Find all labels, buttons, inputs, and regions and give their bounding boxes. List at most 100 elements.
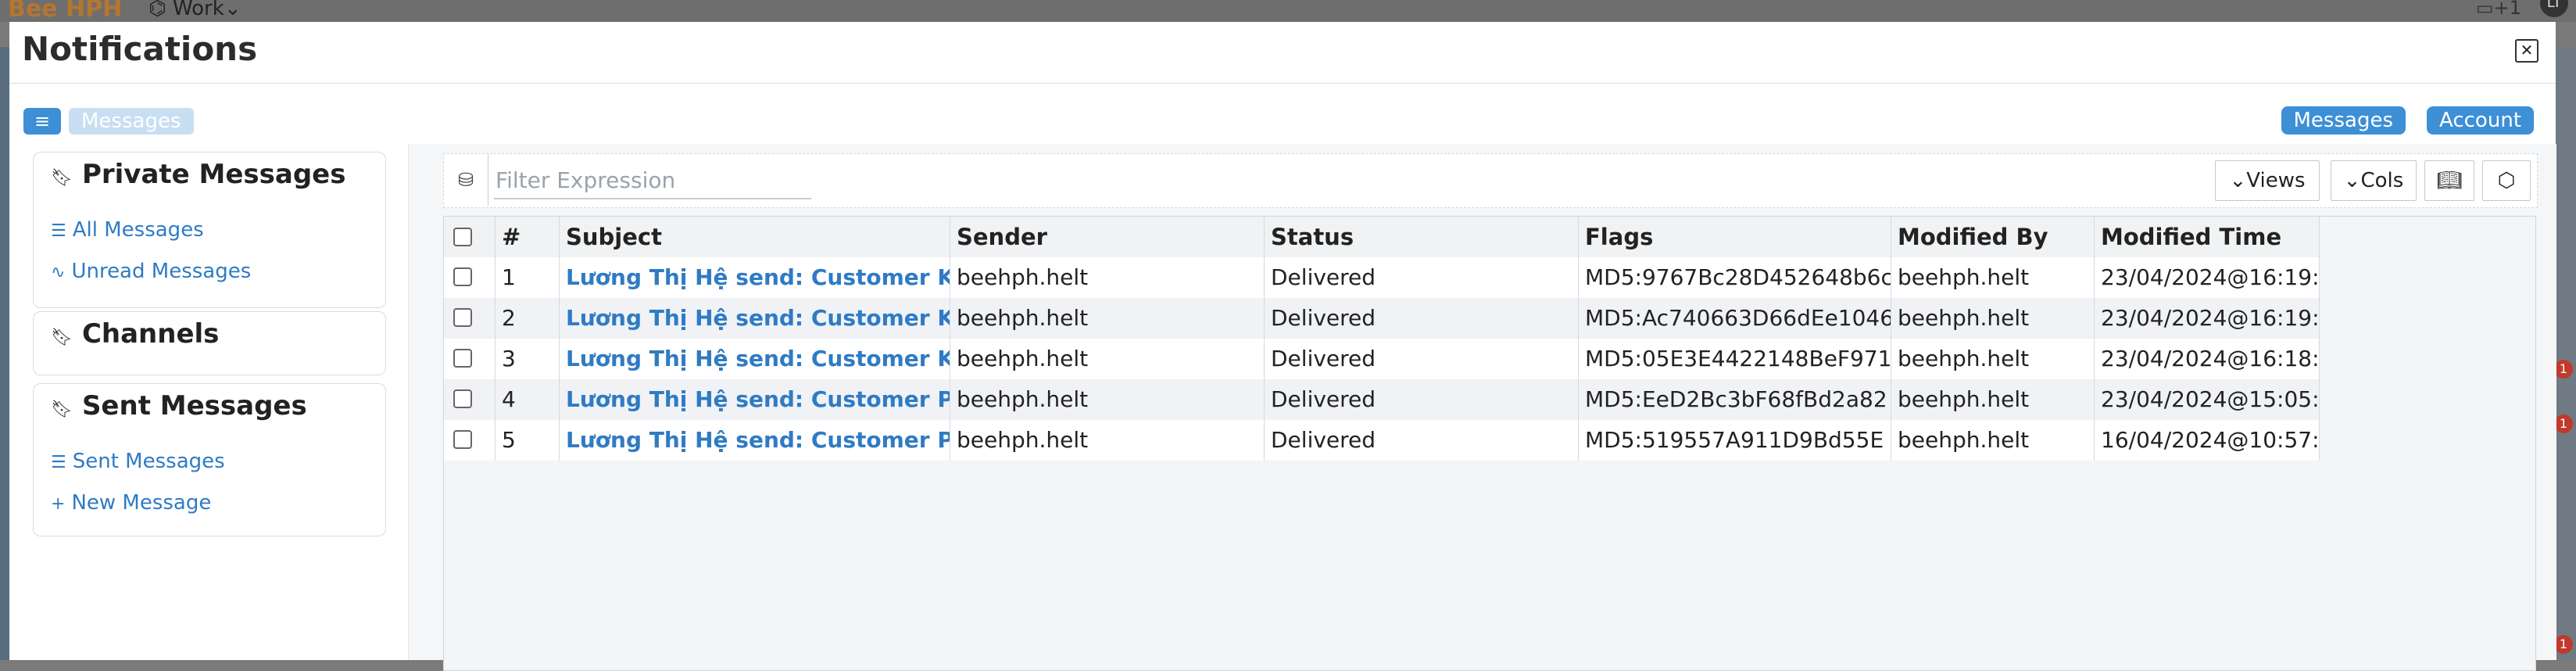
row-number: 4 — [496, 379, 560, 420]
modified-time-cell: 23/04/2024@16:19:2 — [2095, 257, 2320, 298]
sender-cell: beehph.helt — [950, 420, 1265, 461]
book-icon[interactable]: 📖︎ — [2424, 160, 2474, 201]
table-row[interactable]: 2 Lương Thị Hệ send: Customer KYOWA beeh… — [444, 298, 2320, 339]
column-header[interactable]: Status — [1265, 217, 1579, 257]
row-checkbox[interactable] — [444, 339, 496, 379]
status-cell: Delivered — [1265, 257, 1579, 298]
modified-by-cell: beehph.helt — [1891, 257, 2095, 298]
sidebar-item-label: Unread Messages — [71, 260, 252, 283]
notification-badge: 1 — [2554, 360, 2573, 379]
background-app-header: Bee HPH ⌬ Work⌄ ▭+1 LT — [0, 0, 2576, 23]
modified-by-cell: beehph.helt — [1891, 298, 2095, 339]
panel-title-text: Private Messages — [81, 159, 346, 190]
status-cell: Delivered — [1265, 379, 1579, 420]
bookmark-icon: 🔖︎ — [51, 400, 73, 419]
private-messages-panel: 🔖︎ Private Messages ☰ All Messages ∿ Unread… — [33, 152, 386, 308]
list-icon: ☰ — [51, 221, 66, 241]
sender-cell: beehph.helt — [950, 257, 1265, 298]
list-icon: ☰ — [51, 453, 66, 472]
status-cell: Delivered — [1265, 298, 1579, 339]
channels-panel: 🔖︎ Channels — [33, 311, 386, 375]
modal-header: Notifications ✕ — [9, 22, 2556, 84]
sent-messages-panel: 🔖︎ Sent Messages ☰ Sent Messages + New Mess… — [33, 383, 386, 536]
row-checkbox[interactable] — [444, 257, 496, 298]
views-label: Views — [2246, 169, 2306, 192]
account-button[interactable]: Account — [2427, 106, 2534, 135]
subject-link[interactable]: Lương Thị Hệ send: Customer PHONG — [560, 379, 950, 420]
modal-title: Notifications — [22, 30, 258, 68]
sidebar-item-new-message[interactable]: + New Message — [51, 491, 211, 515]
modified-time-cell: 16/04/2024@10:57:5 — [2095, 420, 2320, 461]
modified-by-cell: beehph.helt — [1891, 379, 2095, 420]
close-icon[interactable]: ✕ — [2515, 39, 2538, 63]
panel-title: 🔖︎ Sent Messages — [51, 390, 307, 422]
notice-count-value: +1 — [2493, 0, 2521, 19]
chevron-down-icon: ⌄ — [2229, 169, 2247, 192]
sidebar-item-all-messages[interactable]: ☰ All Messages — [51, 218, 204, 242]
notification-badge: 1 — [2554, 635, 2573, 654]
subject-link[interactable]: Lương Thị Hệ send: Customer KYOWA — [560, 339, 950, 379]
column-header[interactable]: Modified Time — [2095, 217, 2320, 257]
flags-cell: MD5:9767Bc28D452648b6c — [1579, 257, 1891, 298]
sidebar-item-label: New Message — [71, 491, 212, 515]
row-checkbox[interactable] — [444, 298, 496, 339]
bookmark-icon: 🔖︎ — [51, 168, 73, 188]
modified-by-cell: beehph.helt — [1891, 420, 2095, 461]
brand-name: Bee HPH — [8, 0, 123, 23]
subject-link[interactable]: Lương Thị Hệ send: Customer PHONG — [560, 420, 950, 461]
sidebar-item-label: Sent Messages — [72, 450, 225, 473]
subject-link[interactable]: Lương Thị Hệ send: Customer KYOWA — [560, 298, 950, 339]
plus-icon: + — [51, 494, 66, 514]
cols-button[interactable]: ⌄Cols — [2331, 160, 2417, 201]
column-header[interactable]: Sender — [950, 217, 1265, 257]
cols-label: Cols — [2360, 169, 2404, 192]
panel-title: 🔖︎ Channels — [51, 318, 219, 350]
status-cell: Delivered — [1265, 339, 1579, 379]
work-menu: ⌬ Work⌄ — [148, 0, 242, 20]
avatar: LT — [2540, 0, 2568, 17]
sidebar: 🔖︎ Private Messages ☰ All Messages ∿ Unread… — [9, 144, 408, 660]
breadcrumb[interactable]: Messages — [69, 108, 194, 135]
views-button[interactable]: ⌄Views — [2215, 160, 2320, 201]
hamburger-icon[interactable]: ≡ — [23, 108, 61, 135]
table-row[interactable]: 3 Lương Thị Hệ send: Customer KYOWA beeh… — [444, 339, 2320, 379]
notifications-modal: Notifications ✕ ≡ Messages Messages Acco… — [9, 22, 2556, 671]
sidebar-item-label: All Messages — [72, 218, 204, 242]
notification-badge: 1 — [2554, 414, 2573, 433]
table-row[interactable]: 4 Lương Thị Hệ send: Customer PHONG beeh… — [444, 379, 2320, 420]
row-checkbox[interactable] — [444, 420, 496, 461]
sidebar-item-unread-messages[interactable]: ∿ Unread Messages — [51, 260, 251, 283]
messages-button[interactable]: Messages — [2281, 106, 2406, 135]
sender-cell: beehph.helt — [950, 339, 1265, 379]
table-row[interactable]: 5 Lương Thị Hệ send: Customer PHONG beeh… — [444, 420, 2320, 461]
row-checkbox[interactable] — [444, 379, 496, 420]
table-row[interactable]: 1 Lương Thị Hệ send: Customer KYOWA beeh… — [444, 257, 2320, 298]
flags-cell: MD5:EeD2Bc3bF68fBd2a82 — [1579, 379, 1891, 420]
background-left-strip — [0, 47, 9, 660]
bookmark-icon: 🔖︎ — [51, 328, 73, 347]
column-header[interactable]: # — [496, 217, 560, 257]
box-icon[interactable]: ⬡ — [2482, 160, 2531, 201]
flags-cell: MD5:519557A911D9Bd55E — [1579, 420, 1891, 461]
subject-link[interactable]: Lương Thị Hệ send: Customer KYOWA — [560, 257, 950, 298]
database-icon[interactable]: ⛁ — [444, 154, 488, 206]
column-header[interactable]: Subject — [560, 217, 950, 257]
sender-cell: beehph.helt — [950, 298, 1265, 339]
filter-bar: ⛁ ⌄Views ⌄Cols 📖︎ ⬡ — [443, 153, 2538, 208]
column-header[interactable]: Flags — [1579, 217, 1891, 257]
row-number: 2 — [496, 298, 560, 339]
work-menu-label: Work — [172, 0, 224, 20]
sender-cell: beehph.helt — [950, 379, 1265, 420]
row-number: 1 — [496, 257, 560, 298]
modal-toolbar: ≡ Messages Messages Account — [9, 83, 2556, 145]
row-number: 5 — [496, 420, 560, 461]
panel-title: 🔖︎ Private Messages — [51, 159, 345, 190]
panel-title-text: Channels — [81, 318, 220, 350]
modified-time-cell: 23/04/2024@15:05:0 — [2095, 379, 2320, 420]
select-all-checkbox[interactable] — [444, 217, 496, 257]
column-header[interactable]: Modified By — [1891, 217, 2095, 257]
sidebar-item-sent-messages[interactable]: ☰ Sent Messages — [51, 450, 225, 473]
row-number: 3 — [496, 339, 560, 379]
filter-expression-input[interactable] — [494, 162, 811, 199]
status-cell: Delivered — [1265, 420, 1579, 461]
